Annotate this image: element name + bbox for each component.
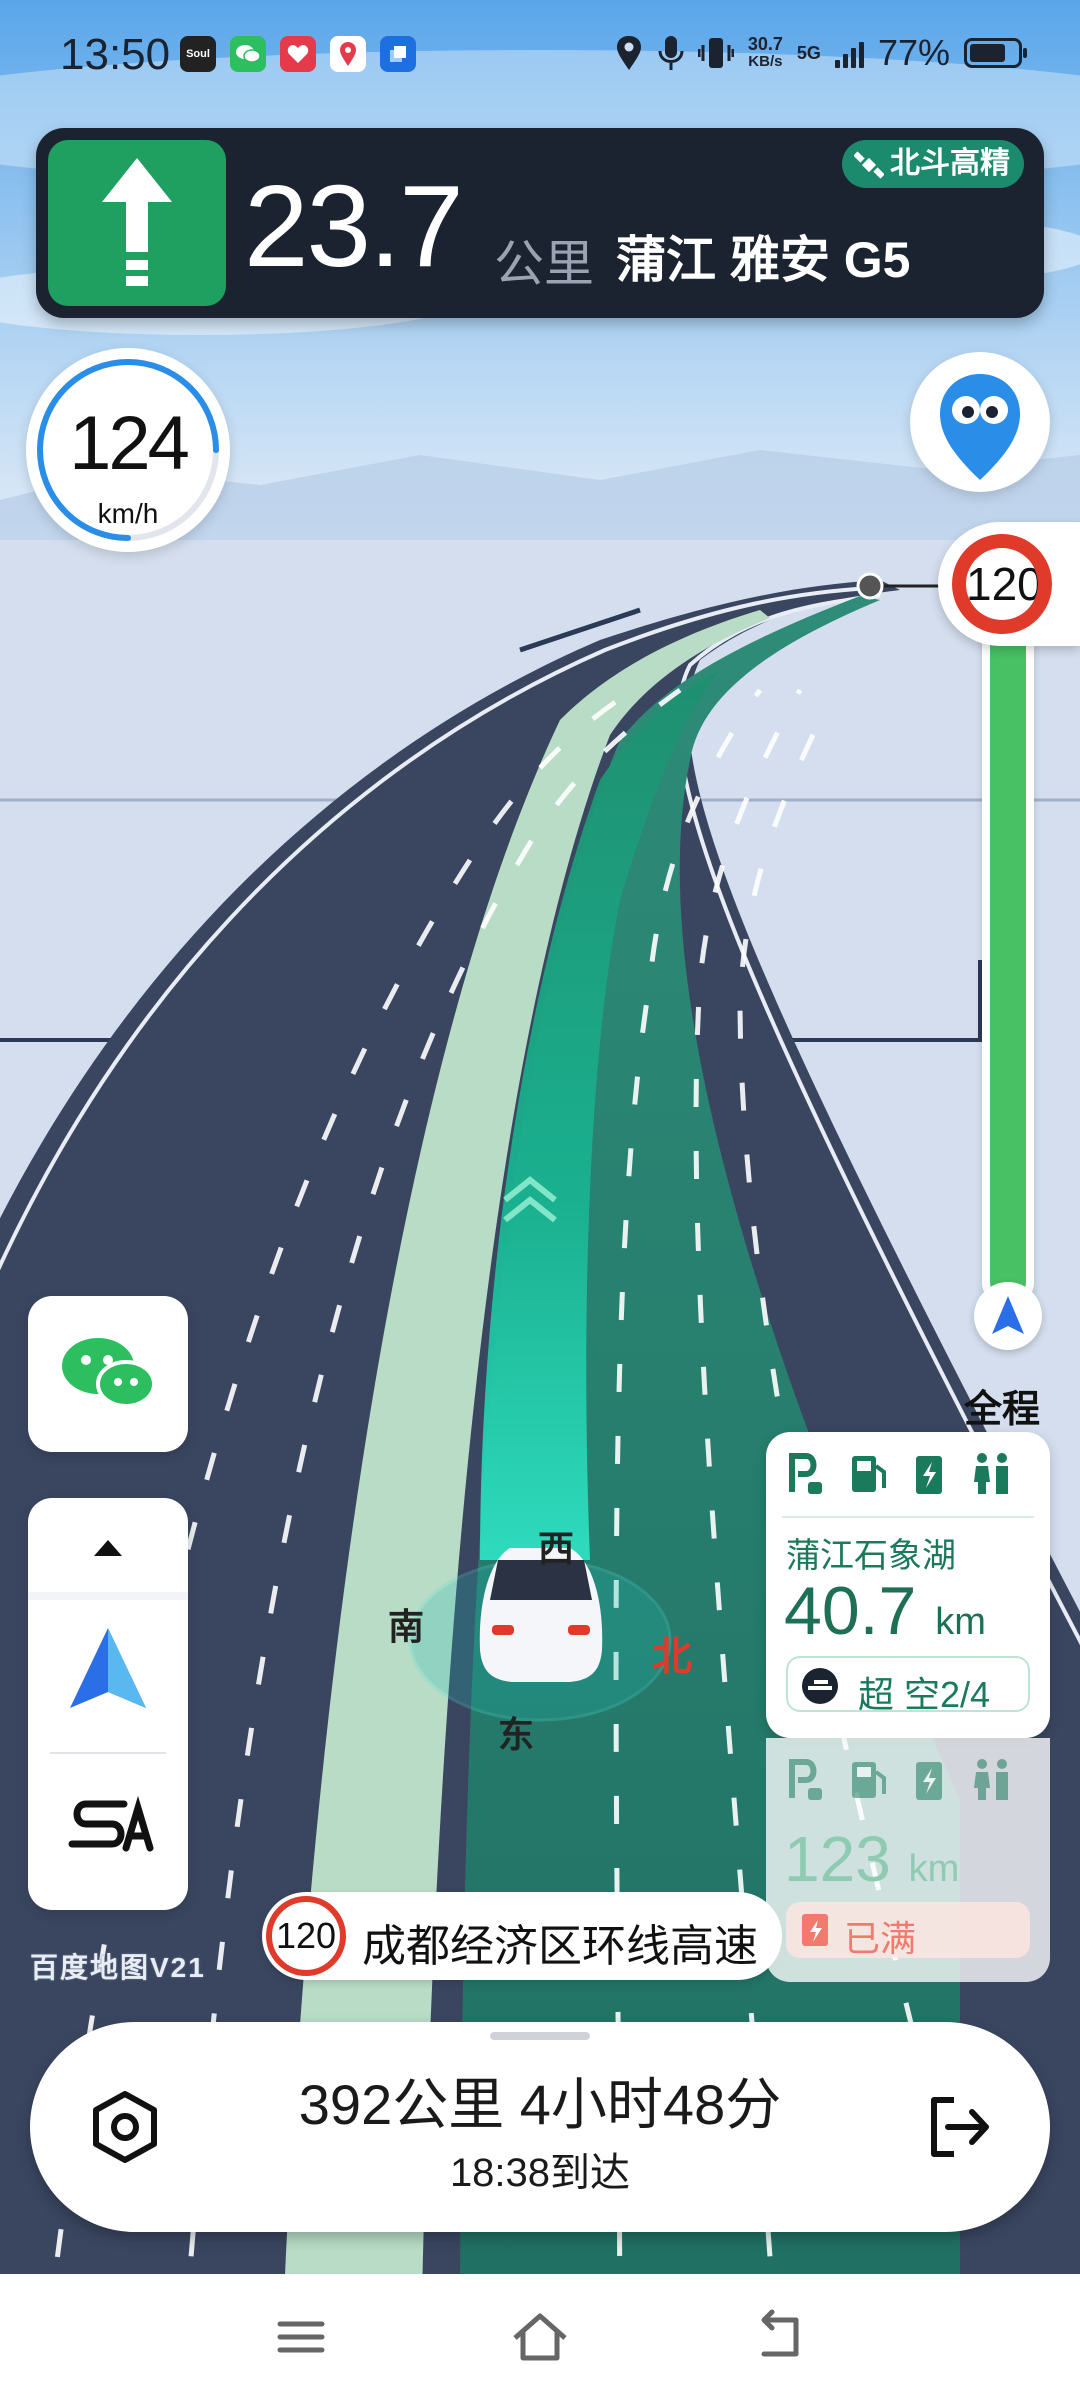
route-preference-icon[interactable] bbox=[28, 1768, 188, 1888]
fuel-icon bbox=[852, 1762, 886, 1798]
wechat-share-button[interactable] bbox=[28, 1296, 188, 1452]
home-icon[interactable] bbox=[505, 2302, 575, 2372]
facility-icons bbox=[786, 1452, 1012, 1496]
charger-full-icon bbox=[802, 1914, 828, 1946]
status-bar: 13:50 Soul 30.7 KB/s 5G 77% bbox=[0, 0, 1080, 120]
speed-limit-value: 120 bbox=[966, 548, 1038, 620]
service-area-distance: 123 km bbox=[784, 1823, 960, 1895]
drag-handle[interactable] bbox=[490, 2032, 590, 2040]
compass-north: 北 bbox=[652, 1635, 692, 1679]
signal-icon bbox=[834, 38, 864, 68]
wechat-icon bbox=[62, 1338, 156, 1408]
distance-unit: 公里 bbox=[494, 236, 594, 292]
position-arrow-icon bbox=[974, 1282, 1042, 1350]
speed-unit: km/h bbox=[97, 498, 159, 529]
restroom-icon bbox=[974, 1759, 1008, 1800]
parking-icon bbox=[789, 1759, 822, 1800]
heart-app-icon bbox=[280, 36, 316, 72]
route-progress-bar[interactable] bbox=[982, 548, 1034, 1308]
map-pin-app-icon bbox=[330, 36, 366, 72]
charging-status: 已满 bbox=[786, 1902, 1030, 1959]
full-route-button[interactable]: 全程 bbox=[964, 1378, 1040, 1433]
navigation-mode-icon[interactable] bbox=[28, 1608, 188, 1738]
charging-icon bbox=[916, 1762, 942, 1800]
network-type: 5G bbox=[796, 42, 821, 63]
soul-icon: Soul bbox=[180, 36, 216, 72]
trip-distance-duration: 392公里 4小时48分 bbox=[298, 2073, 782, 2136]
parking-icon bbox=[789, 1453, 822, 1494]
microphone-icon bbox=[658, 36, 684, 70]
back-icon[interactable] bbox=[744, 2302, 814, 2372]
service-area-card[interactable]: 蒲江石象湖 40.7 km 超 空2/4 bbox=[766, 1432, 1050, 1738]
status-right-icons: 30.7 KB/s 5G 77% bbox=[614, 32, 1027, 74]
facility-icons bbox=[786, 1758, 1012, 1802]
vibrate-icon bbox=[697, 38, 734, 68]
next-road-name: 蒲江 雅安 G5 bbox=[616, 232, 911, 288]
straight-arrow-icon bbox=[48, 140, 226, 306]
recent-apps-icon[interactable] bbox=[266, 2302, 336, 2372]
wechat-icon bbox=[230, 36, 266, 72]
compass-east: 东 bbox=[498, 1714, 535, 1755]
current-speed: 124 bbox=[69, 401, 190, 486]
next-maneuver-distance: 23.7 bbox=[244, 161, 464, 291]
trip-summary-panel[interactable]: 392公里 4小时48分 18:38到达 bbox=[30, 2022, 1050, 2232]
battery-icon bbox=[964, 38, 1027, 68]
status-time: 13:50 bbox=[60, 30, 171, 79]
compass-west: 西 bbox=[538, 1528, 575, 1569]
expand-up-icon[interactable] bbox=[28, 1498, 188, 1588]
notification-icons: Soul bbox=[180, 36, 416, 72]
system-navigation-bar bbox=[0, 2274, 1080, 2400]
service-area-name: 蒲江石象湖 bbox=[786, 1537, 956, 1575]
square-app-icon bbox=[380, 36, 416, 72]
location-icon bbox=[616, 36, 641, 70]
arrival-time: 18:38到达 bbox=[449, 2151, 631, 2195]
road-speed-limit: 120 bbox=[266, 1896, 346, 1976]
satellite-icon bbox=[854, 151, 884, 179]
speedometer: 124 km/h bbox=[26, 348, 230, 552]
compass-south: 南 bbox=[388, 1606, 425, 1647]
voice-assistant-button[interactable] bbox=[910, 352, 1050, 492]
current-road-chip: 120 成都经济区环线高速 bbox=[262, 1892, 782, 1980]
charging-status: 超 空2/4 bbox=[786, 1656, 1030, 1715]
speed-limit-sign: 120 bbox=[938, 522, 1080, 646]
beidou-badge: 北斗高精 bbox=[842, 140, 1024, 188]
service-area-card-next[interactable]: 123 km 已满 bbox=[766, 1738, 1050, 1982]
net-speed: 30.7 KB/s bbox=[747, 34, 783, 70]
exit-navigation-icon[interactable] bbox=[910, 2082, 1000, 2172]
current-road-name: 成都经济区环线高速 bbox=[362, 1922, 758, 1971]
supercharger-icon bbox=[802, 1668, 838, 1704]
fuel-icon bbox=[852, 1456, 886, 1492]
map-controls-panel bbox=[28, 1498, 188, 1910]
route-progress-fill bbox=[990, 571, 1026, 1300]
mascot-icon bbox=[940, 374, 1020, 480]
service-area-distance: 40.7 km bbox=[784, 1573, 986, 1649]
battery-percent: 77% bbox=[877, 32, 950, 73]
baidu-map-logo: 百度地图V21 bbox=[30, 1952, 206, 1983]
guidance-banner[interactable]: 23.7 公里 蒲江 雅安 G5 北斗高精 bbox=[36, 128, 1044, 318]
charging-icon bbox=[916, 1456, 942, 1494]
restroom-icon bbox=[974, 1453, 1008, 1494]
